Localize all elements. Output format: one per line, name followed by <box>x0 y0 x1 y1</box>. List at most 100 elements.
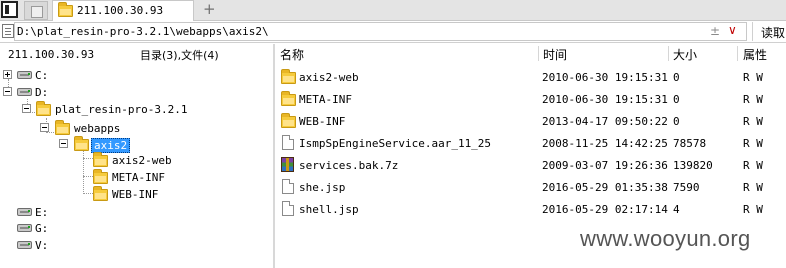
archive-icon <box>281 157 294 172</box>
file-row[interactable]: META-INF 2010-06-30 19:15:31 0 R W <box>275 88 786 110</box>
file-attributes: R W <box>743 181 763 194</box>
folder-open-icon <box>74 136 89 151</box>
column-separator[interactable] <box>668 46 669 61</box>
tree-node-label: E: <box>35 206 49 219</box>
file-time: 2010-06-30 19:15:31 <box>542 71 668 84</box>
file-size: 4 <box>673 203 680 216</box>
tree-node-label: G: <box>35 222 49 235</box>
tab-blank[interactable] <box>24 1 48 20</box>
folder-icon <box>55 120 70 135</box>
column-separator[interactable] <box>737 46 738 61</box>
file-attributes: R W <box>743 93 763 106</box>
file-icon <box>282 201 294 216</box>
tree-node-drive-e[interactable]: E: <box>0 204 80 220</box>
file-size: 0 <box>673 93 680 106</box>
file-name: axis2-web <box>299 71 359 84</box>
tree-node-webapps[interactable]: webapps <box>0 120 200 136</box>
file-row[interactable]: axis2-web 2010-06-30 19:15:31 0 R W <box>275 66 786 88</box>
host-label: 211.100.30.93 <box>8 48 95 61</box>
file-row[interactable]: IsmpSpEngineService.aar_11_25 2008-11-25 … <box>275 132 786 154</box>
drive-icon <box>17 241 32 249</box>
column-header-name[interactable]: 名称 <box>280 46 304 63</box>
file-icon <box>282 135 294 150</box>
file-row[interactable]: services.bak.7z 2009-03-07 19:26:36 139820… <box>275 154 786 176</box>
file-time: 2010-06-30 19:15:31 <box>542 93 668 106</box>
file-name: services.bak.7z <box>299 159 399 172</box>
tree-node-label: D: <box>35 86 49 99</box>
tree-node-drive-v[interactable]: V: <box>0 237 80 253</box>
collapse-icon[interactable] <box>22 104 31 113</box>
folder-icon <box>93 152 108 167</box>
file-name: WEB-INF <box>299 115 346 128</box>
file-row[interactable]: shell.jsp 2016-05-29 02:17:14 4 R W <box>275 198 786 220</box>
file-name: she.jsp <box>299 181 346 194</box>
file-time: 2016-05-29 01:35:38 <box>542 181 668 194</box>
file-name: META-INF <box>299 93 352 106</box>
tree-node-drive-g[interactable]: G: <box>0 220 80 236</box>
file-attributes: R W <box>743 71 763 84</box>
file-size: 7590 <box>673 181 700 194</box>
file-size: 139820 <box>673 159 713 172</box>
column-header-size[interactable]: 大小 <box>673 46 697 63</box>
drive-icon <box>17 208 32 216</box>
directory-tree: C: D: plat_resin-pro-3.2.1 webapps axis2… <box>0 63 273 268</box>
folder-icon <box>281 69 296 84</box>
file-attributes: R W <box>743 137 763 150</box>
window-menu-icon[interactable] <box>1 1 18 18</box>
file-attributes: R W <box>743 115 763 128</box>
file-row[interactable]: WEB-INF 2013-04-17 09:50:22 0 R W <box>275 110 786 132</box>
folder-icon <box>93 186 108 201</box>
column-header-time[interactable]: 时间 <box>543 46 567 63</box>
add-tab-button[interactable]: + <box>203 0 216 18</box>
file-time: 2013-04-17 09:50:22 <box>542 115 668 128</box>
tree-node-plat-resin[interactable]: plat_resin-pro-3.2.1 <box>0 101 200 117</box>
address-input[interactable]: D:\plat_resin-pro-3.2.1\webapps\axis2\ <box>17 25 269 38</box>
file-name: IsmpSpEngineService.aar_11_25 <box>299 137 492 150</box>
folder-icon <box>58 2 73 17</box>
tab-remote-host[interactable]: 211.100.30.93 <box>52 0 194 21</box>
drive-icon <box>17 71 32 79</box>
tree-node-label: axis2 <box>91 138 131 153</box>
expand-icon[interactable] <box>3 70 12 79</box>
tree-node-meta-inf[interactable]: META-INF <box>0 169 200 185</box>
tree-node-axis2[interactable]: axis2 <box>0 136 200 153</box>
tree-node-label: plat_resin-pro-3.2.1 <box>55 103 188 116</box>
tree-node-label: axis2-web <box>112 154 172 167</box>
tree-node-web-inf[interactable]: WEB-INF <box>0 186 200 202</box>
tree-node-drive-d[interactable]: D: <box>0 84 80 100</box>
file-list-header: 名称 时间 大小 属性 <box>275 44 786 63</box>
tab-label: 211.100.30.93 <box>77 4 164 17</box>
file-row[interactable]: she.jsp 2016-05-29 01:35:38 7590 R W <box>275 176 786 198</box>
column-header-attr[interactable]: 属性 <box>743 46 767 63</box>
address-bar: D:\plat_resin-pro-3.2.1\webapps\axis2\ ±… <box>0 21 786 43</box>
column-separator[interactable] <box>538 46 539 61</box>
file-icon <box>282 179 294 194</box>
directory-summary: 目录(3),文件(4) <box>140 49 219 62</box>
tree-node-label: C: <box>35 69 49 82</box>
watermark: www.wooyun.org <box>580 226 751 251</box>
file-size: 0 <box>673 115 680 128</box>
tree-node-axis2-web[interactable]: axis2-web <box>0 152 200 168</box>
folder-icon <box>93 169 108 184</box>
file-time: 2016-05-29 02:17:14 <box>542 203 668 216</box>
plus-minus-icon[interactable]: ± <box>710 24 720 38</box>
document-icon <box>2 24 14 38</box>
file-time: 2008-11-25 14:42:25 <box>542 137 668 150</box>
drive-icon <box>17 88 32 96</box>
tab-bar: 211.100.30.93 + <box>0 0 786 21</box>
tree-node-label: WEB-INF <box>112 188 159 201</box>
file-name: shell.jsp <box>299 203 359 216</box>
file-time: 2009-03-07 19:26:36 <box>542 159 668 172</box>
read-button[interactable]: 读取 <box>752 22 786 41</box>
tree-node-drive-c[interactable]: C: <box>0 67 80 83</box>
tree-node-label: META-INF <box>112 171 165 184</box>
folder-icon <box>281 113 296 128</box>
file-attributes: R W <box>743 203 763 216</box>
chevron-down-icon[interactable]: ∨ <box>728 23 737 37</box>
folder-icon <box>281 91 296 106</box>
file-attributes: R W <box>743 159 763 172</box>
collapse-icon[interactable] <box>59 139 68 148</box>
collapse-icon[interactable] <box>3 87 12 96</box>
collapse-icon[interactable] <box>40 123 49 132</box>
left-pane-header: 211.100.30.93 目录(3),文件(4) <box>0 44 273 63</box>
